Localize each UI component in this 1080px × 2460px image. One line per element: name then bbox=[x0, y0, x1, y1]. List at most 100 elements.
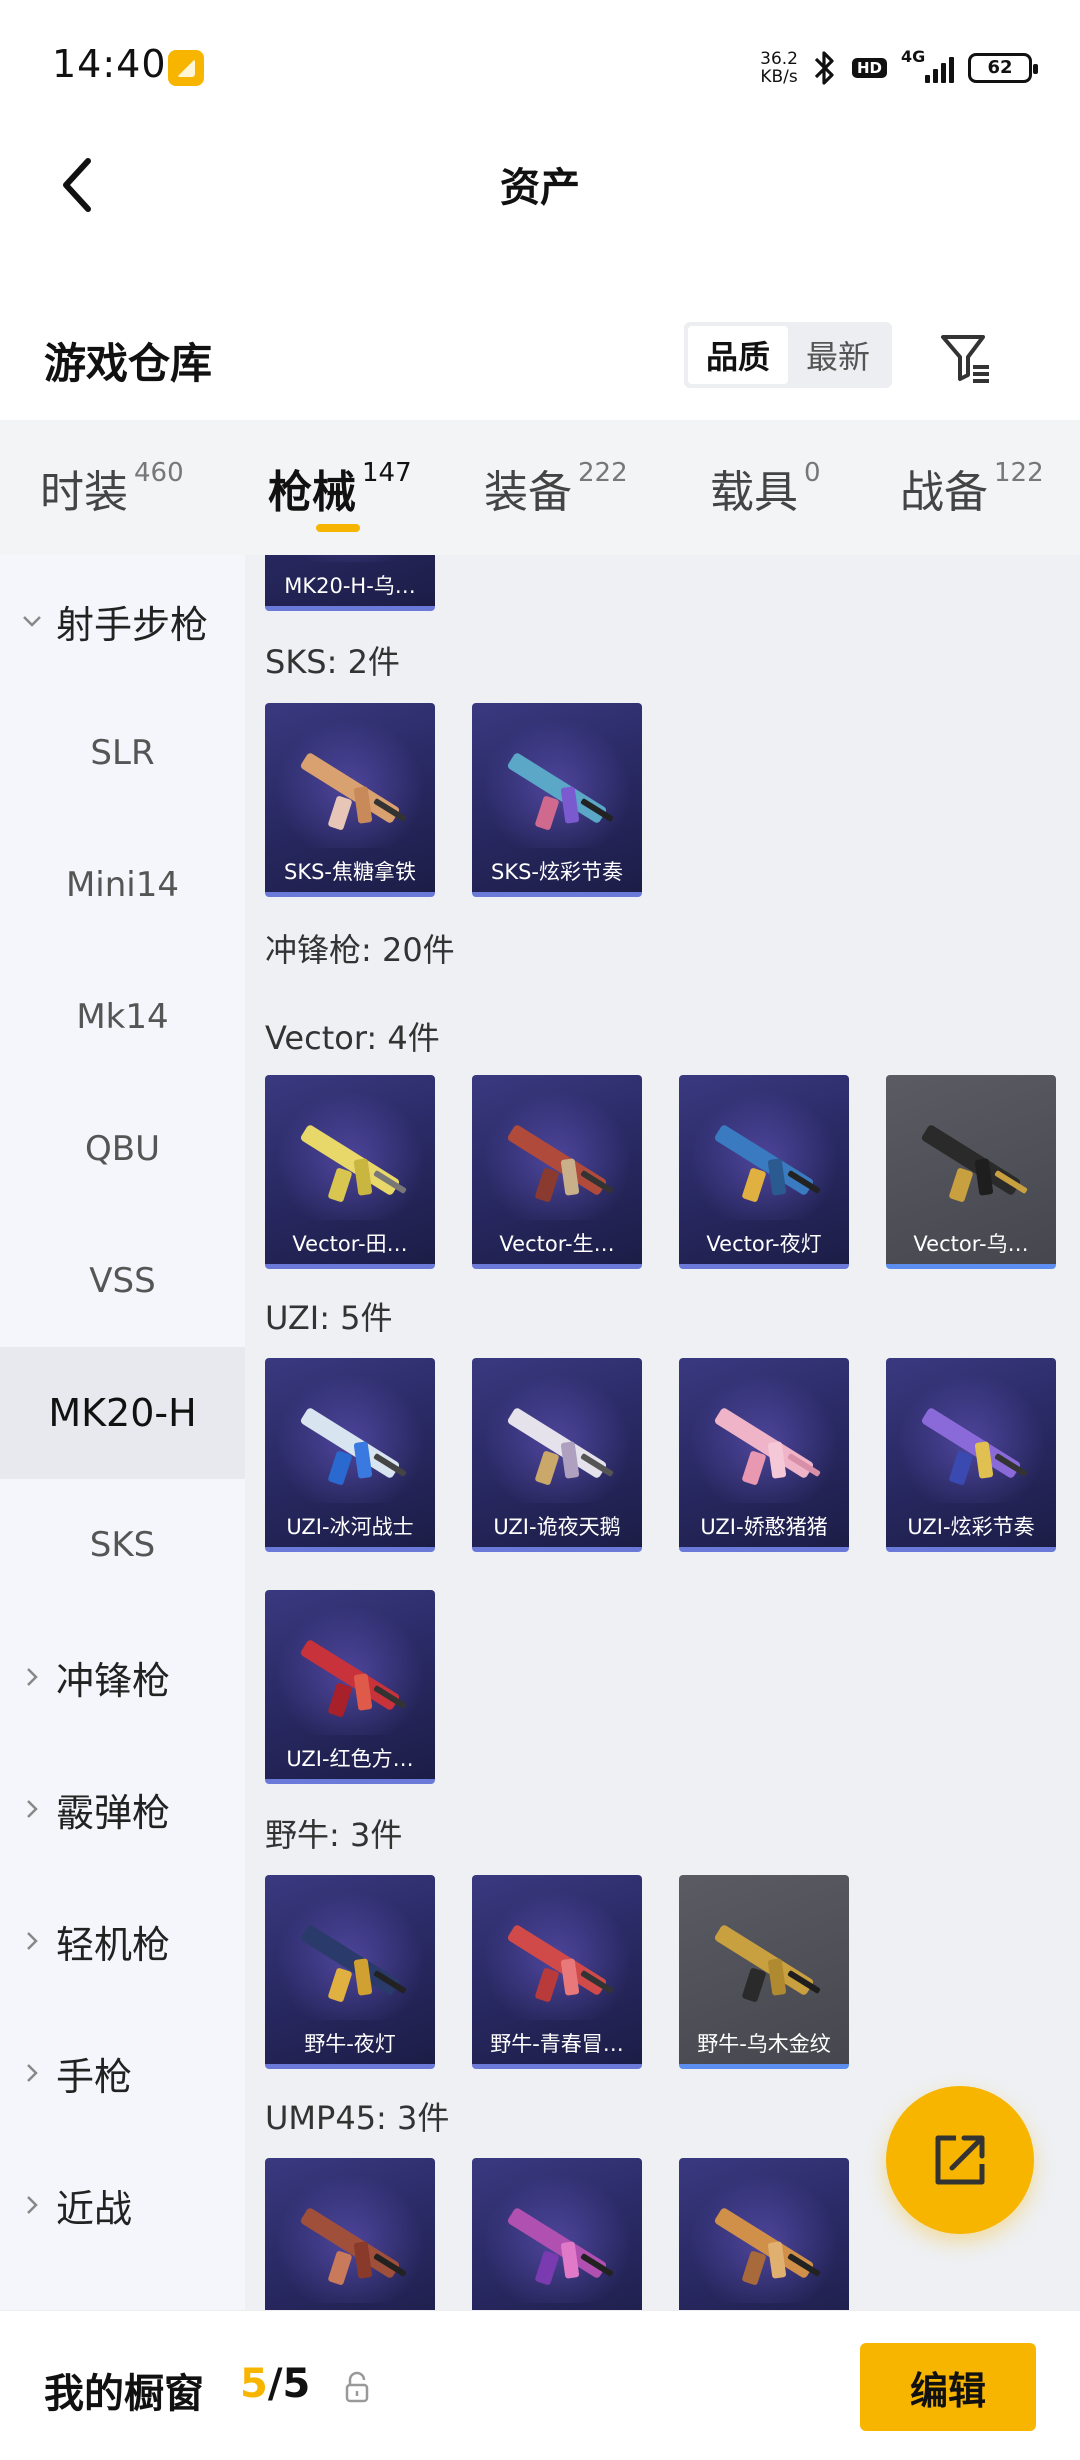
chevron-down-icon bbox=[22, 611, 42, 631]
sidebar-group-pistol[interactable]: 手枪 bbox=[0, 2007, 245, 2139]
section-title-smg: 冲锋枪: 20件 bbox=[265, 931, 455, 969]
sidebar-group-melee[interactable]: 近战 bbox=[0, 2139, 245, 2271]
item-card[interactable]: Vector-乌… bbox=[886, 1075, 1056, 1269]
item-card-label: MK20-H-乌… bbox=[284, 574, 416, 598]
showcase-count-total: /5 bbox=[267, 2361, 311, 2407]
item-card-label: Vector-乌… bbox=[913, 1232, 1029, 1256]
sidebar-item-sks[interactable]: SKS bbox=[0, 1479, 245, 1611]
item-card-label: Vector-田… bbox=[292, 1232, 408, 1256]
item-card[interactable]: SKS-炫彩节奏 bbox=[472, 703, 642, 897]
network-speed-value: 36.2 bbox=[760, 49, 798, 69]
signal-bar bbox=[933, 69, 938, 83]
sidebar-group-lmg[interactable]: 轻机枪 bbox=[0, 1875, 245, 2007]
battery-icon: 62 bbox=[968, 53, 1038, 83]
item-card[interactable]: UZI-诡夜天鹅 bbox=[472, 1358, 642, 1552]
showcase-count: 5/5 bbox=[240, 2361, 310, 2407]
item-card[interactable]: SKS-焦糖拿铁 bbox=[265, 703, 435, 897]
sidebar-group-smg[interactable]: 冲锋枪 bbox=[0, 1611, 245, 1743]
item-card-label: UZI-娇憨猪猪 bbox=[700, 1515, 828, 1539]
signal-strength-icon: 4G bbox=[901, 47, 954, 83]
lock-icon bbox=[345, 2371, 369, 2403]
pistol-smg-icon bbox=[290, 1624, 410, 1734]
network-speed-unit: KB/s bbox=[760, 67, 798, 87]
signal-bar bbox=[949, 57, 954, 83]
item-card[interactable]: 野牛-乌木金纹 bbox=[679, 1875, 849, 2069]
item-card-label: Vector-生… bbox=[499, 1232, 615, 1256]
chevron-right-icon bbox=[22, 2063, 42, 2083]
item-card-label: UZI-炫彩节奏 bbox=[907, 1515, 1035, 1539]
tab-equipment[interactable]: 装备 222 bbox=[484, 456, 628, 536]
sidebar-item-mk14[interactable]: Mk14 bbox=[0, 951, 245, 1083]
tab-vehicles[interactable]: 载具 0 bbox=[710, 456, 821, 536]
sidebar-group-shotgun[interactable]: 霰弹枪 bbox=[0, 1743, 245, 1875]
status-indicators: 36.2 KB/s HD 4G 62 bbox=[760, 44, 1038, 92]
rifle-icon bbox=[497, 737, 617, 847]
tab-count: 222 bbox=[578, 458, 628, 488]
active-tab-indicator bbox=[316, 524, 360, 532]
smg-icon bbox=[704, 2192, 824, 2302]
tab-count: 122 bbox=[994, 458, 1044, 488]
item-card[interactable]: Vector-生… bbox=[472, 1075, 642, 1269]
chevron-right-icon bbox=[22, 1799, 42, 1819]
item-card[interactable] bbox=[679, 2158, 849, 2310]
smg-icon bbox=[704, 1909, 824, 2019]
smg-icon bbox=[290, 1109, 410, 1219]
tab-count: 460 bbox=[134, 458, 184, 488]
tab-combat-gear[interactable]: 战备 122 bbox=[900, 456, 1044, 536]
item-card[interactable]: MK20-H-乌… bbox=[265, 555, 435, 611]
sidebar-item-mini14[interactable]: Mini14 bbox=[0, 819, 245, 951]
nav-header: 资产 bbox=[0, 135, 1080, 265]
sidebar-item-vss[interactable]: VSS bbox=[0, 1215, 245, 1347]
item-grid: MK20-H-乌… SKS: 2件 SKS-焦糖拿铁 SKS-炫彩节奏 冲锋枪:… bbox=[245, 555, 1080, 2310]
item-card[interactable]: 野牛-夜灯 bbox=[265, 1875, 435, 2069]
sidebar-item-slr[interactable]: SLR bbox=[0, 687, 245, 819]
page-title: 资产 bbox=[500, 165, 580, 211]
status-time: 14:40 bbox=[52, 42, 167, 86]
sidebar-item-label: 霰弹枪 bbox=[56, 1790, 171, 1835]
item-card[interactable]: UZI-娇憨猪猪 bbox=[679, 1358, 849, 1552]
showcase-title: 我的橱窗 bbox=[44, 2371, 204, 2417]
item-card[interactable]: UZI-红色方… bbox=[265, 1590, 435, 1784]
smg-icon bbox=[290, 2192, 410, 2302]
smg-icon bbox=[497, 2192, 617, 2302]
tab-fashion[interactable]: 时装 460 bbox=[40, 456, 184, 536]
network-speed: 36.2 KB/s bbox=[760, 50, 798, 86]
smg-icon bbox=[497, 1109, 617, 1219]
sidebar-item-label: 近战 bbox=[56, 2186, 133, 2231]
sidebar-item-label: 轻机枪 bbox=[56, 1922, 171, 1967]
pistol-smg-icon bbox=[911, 1392, 1031, 1502]
item-card-label: UZI-诡夜天鹅 bbox=[493, 1515, 621, 1539]
pistol-smg-icon bbox=[704, 1392, 824, 1502]
filter-button[interactable] bbox=[930, 322, 1000, 392]
item-card[interactable]: UZI-冰河战士 bbox=[265, 1358, 435, 1552]
section-title-sks: SKS: 2件 bbox=[265, 643, 400, 681]
item-card[interactable] bbox=[265, 2158, 435, 2310]
item-card[interactable] bbox=[472, 2158, 642, 2310]
weapon-type-sidebar: 射手步枪 SLR Mini14 Mk14 QBU VSS MK20-H SKS … bbox=[0, 555, 245, 2310]
section-title-ump45: UMP45: 3件 bbox=[265, 2099, 450, 2137]
item-card[interactable]: 野牛-青春冒… bbox=[472, 1875, 642, 2069]
item-card-label: SKS-炫彩节奏 bbox=[490, 860, 623, 884]
sidebar-group-dmr[interactable]: 射手步枪 bbox=[0, 555, 245, 687]
item-card-label: 野牛-夜灯 bbox=[304, 2032, 396, 2056]
bluetooth-icon bbox=[814, 51, 834, 85]
smg-icon bbox=[497, 1909, 617, 2019]
section-title-bizon: 野牛: 3件 bbox=[265, 1816, 403, 1854]
item-card[interactable]: Vector-田… bbox=[265, 1075, 435, 1269]
sidebar-item-label: 冲锋枪 bbox=[56, 1658, 171, 1703]
smg-icon bbox=[704, 1109, 824, 1219]
signal-bar bbox=[925, 75, 930, 83]
edit-button[interactable]: 编辑 bbox=[860, 2343, 1036, 2431]
warehouse-header: 游戏仓库 品质 最新 bbox=[0, 300, 1080, 420]
hd-voice-icon: HD bbox=[851, 58, 887, 78]
sort-newest-button[interactable]: 最新 bbox=[788, 326, 888, 384]
item-card-label: Vector-夜灯 bbox=[706, 1232, 822, 1256]
sidebar-item-mk20h[interactable]: MK20-H bbox=[0, 1347, 245, 1479]
sidebar-item-qbu[interactable]: QBU bbox=[0, 1083, 245, 1215]
gallery-notification-icon bbox=[168, 50, 204, 86]
item-card[interactable]: UZI-炫彩节奏 bbox=[886, 1358, 1056, 1552]
smg-icon bbox=[911, 1109, 1031, 1219]
item-card[interactable]: Vector-夜灯 bbox=[679, 1075, 849, 1269]
share-fab-button[interactable] bbox=[886, 2086, 1034, 2234]
sort-quality-button[interactable]: 品质 bbox=[688, 326, 788, 384]
